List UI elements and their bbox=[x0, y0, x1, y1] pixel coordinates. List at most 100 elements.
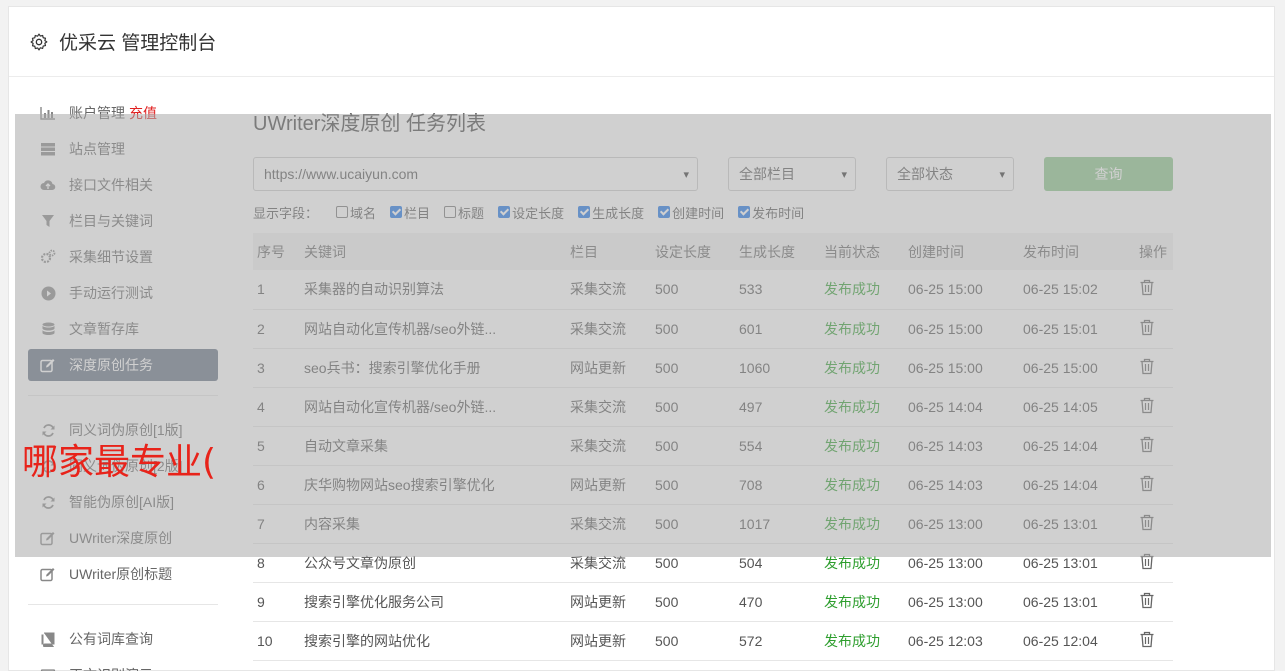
table-row: 2 网站自动化宣传机器/seo外链... 采集交流 500 601 发布成功 06-25 1… bbox=[253, 309, 1173, 348]
cogs-icon bbox=[40, 249, 56, 265]
trash-icon[interactable] bbox=[1139, 436, 1155, 453]
checkbox-unchecked[interactable] bbox=[444, 206, 457, 218]
field-checkbox-label: 发布时间 bbox=[752, 205, 805, 221]
sidebar-item-label: 接口文件相关 bbox=[69, 177, 153, 193]
table-cell: 网站更新 bbox=[570, 632, 626, 649]
trash-icon[interactable] bbox=[1139, 358, 1155, 375]
checkbox-checked[interactable] bbox=[498, 206, 511, 218]
query-button[interactable]: 查询 bbox=[1044, 157, 1173, 191]
table-cell: 06-25 13:01 bbox=[1023, 515, 1098, 532]
field-checkbox[interactable]: 域名 bbox=[336, 203, 376, 222]
checkbox-checked[interactable] bbox=[390, 206, 403, 218]
trash-icon[interactable] bbox=[1139, 553, 1155, 570]
table-cell: 发布成功 bbox=[824, 515, 880, 532]
book-icon bbox=[40, 631, 56, 647]
filter-bar: https://www.ucaiyun.com ▾ 全部栏目 ▾ 全部状态 ▾ … bbox=[253, 157, 1173, 191]
table-cell: 网站更新 bbox=[570, 476, 626, 493]
trash-icon[interactable] bbox=[1139, 592, 1155, 609]
table-cell: 网站自动化宣传机器/seo外链... bbox=[304, 320, 497, 337]
site-select[interactable]: https://www.ucaiyun.com ▾ bbox=[253, 157, 698, 191]
sidebar-item-items2-2[interactable]: 智能伪原创[AI版] bbox=[28, 486, 218, 518]
table-cell: 网站更新 bbox=[570, 593, 626, 610]
action-cell bbox=[1135, 582, 1173, 621]
table-cell: 发布成功 bbox=[824, 320, 880, 337]
recharge-link[interactable]: 充值 bbox=[129, 103, 157, 123]
sidebar-item-label: UWriter原创标题 bbox=[69, 566, 173, 582]
trash-icon[interactable] bbox=[1139, 397, 1155, 414]
chevron-down-icon: ▾ bbox=[999, 168, 1005, 181]
sidebar-item-items-0[interactable]: 账户管理 充值 bbox=[28, 97, 218, 129]
sidebar-item-items3-1[interactable]: 正文识别演示 bbox=[28, 659, 218, 671]
sidebar-item-items2-3[interactable]: UWriter深度原创 bbox=[28, 522, 218, 554]
field-checkbox[interactable]: 标题 bbox=[444, 203, 484, 222]
checkbox-checked[interactable] bbox=[578, 206, 591, 218]
table-cell: 06-25 15:00 bbox=[908, 281, 983, 298]
sidebar-item-items-4[interactable]: 采集细节设置 bbox=[28, 241, 218, 273]
sidebar-item-items-1[interactable]: 站点管理 bbox=[28, 133, 218, 165]
field-checkbox[interactable]: 生成长度 bbox=[578, 203, 644, 222]
action-cell bbox=[1135, 348, 1173, 387]
sidebar-item-items3-0[interactable]: 公有词库查询 bbox=[28, 623, 218, 655]
trash-icon[interactable] bbox=[1139, 279, 1155, 296]
sidebar-item-items-6[interactable]: 文章暂存库 bbox=[28, 313, 218, 345]
trash-icon[interactable] bbox=[1139, 514, 1155, 531]
table-cell: 采集交流 bbox=[570, 515, 626, 532]
display-fields: 显示字段： 域名 栏目 标题 设定长度 生成长度 创建时间 发布时间 bbox=[253, 201, 1173, 223]
checkbox-unchecked[interactable] bbox=[336, 206, 349, 218]
table-cell: 公众号文章伪原创 bbox=[304, 554, 416, 571]
table-cell: 500 bbox=[655, 320, 679, 337]
sidebar-item-items-2[interactable]: 接口文件相关 bbox=[28, 169, 218, 201]
sidebar-item-label: 公有词库查询 bbox=[69, 631, 153, 647]
page-title: UWriter深度原创 任务列表 bbox=[253, 113, 486, 135]
app-title: 优采云 管理控制台 bbox=[59, 33, 217, 54]
table-cell: 发布成功 bbox=[824, 437, 880, 454]
column-header: 操作 bbox=[1139, 243, 1167, 260]
table-row: 1 采集器的自动识别算法 采集交流 500 533 发布成功 06-25 15:00 06-2… bbox=[253, 270, 1173, 309]
trash-icon[interactable] bbox=[1139, 475, 1155, 492]
sidebar-item-items-7[interactable]: 深度原创任务 bbox=[28, 349, 218, 381]
action-cell bbox=[1135, 621, 1173, 660]
table-row: 4 网站自动化宣传机器/seo外链... 采集交流 500 497 发布成功 06-25 1… bbox=[253, 387, 1173, 426]
table-cell: 06-25 14:03 bbox=[908, 476, 983, 493]
site-select-value: https://www.ucaiyun.com bbox=[264, 166, 419, 182]
play-icon bbox=[40, 285, 56, 301]
field-checkbox[interactable]: 发布时间 bbox=[738, 203, 804, 222]
trash-icon[interactable] bbox=[1139, 319, 1155, 336]
checkbox-checked[interactable] bbox=[738, 206, 751, 218]
table-cell: 06-25 14:05 bbox=[1023, 398, 1098, 415]
sidebar-item-label: 站点管理 bbox=[69, 141, 125, 157]
table-cell: 500 bbox=[655, 476, 679, 493]
column-select[interactable]: 全部栏目 ▾ bbox=[728, 157, 856, 191]
table-cell: 6 bbox=[257, 476, 265, 493]
sidebar-item-items-3[interactable]: 栏目与关键词 bbox=[28, 205, 218, 237]
field-checkbox-label: 标题 bbox=[458, 205, 485, 221]
field-checkbox[interactable]: 栏目 bbox=[390, 203, 430, 222]
field-checkbox-label: 域名 bbox=[350, 205, 377, 221]
header: 优采云 管理控制台 bbox=[9, 7, 1274, 77]
action-cell bbox=[1135, 426, 1173, 465]
table-cell: 06-25 15:00 bbox=[1023, 359, 1098, 376]
app-window: 优采云 管理控制台 账户管理 充值站点管理接口文件相关栏目与关键词采集细节设置手动… bbox=[8, 6, 1275, 671]
sidebar-item-items2-4[interactable]: UWriter原创标题 bbox=[28, 558, 218, 590]
table-cell: 06-25 15:01 bbox=[1023, 320, 1098, 337]
status-select[interactable]: 全部状态 ▾ bbox=[886, 157, 1014, 191]
trash-icon[interactable] bbox=[1139, 631, 1155, 648]
table-cell: 500 bbox=[655, 359, 679, 376]
table-cell: 06-25 13:00 bbox=[908, 554, 983, 571]
sidebar-item-label: 采集细节设置 bbox=[69, 249, 153, 265]
sidebar-item-label: 智能伪原创[AI版] bbox=[69, 494, 175, 510]
table-cell: 06-25 12:03 bbox=[908, 632, 983, 649]
column-header: 当前状态 bbox=[824, 243, 880, 260]
checkbox-checked[interactable] bbox=[658, 206, 671, 218]
table-cell: 06-25 13:00 bbox=[908, 515, 983, 532]
sidebar: 账户管理 充值站点管理接口文件相关栏目与关键词采集细节设置手动运行测试 文章暂存库深… bbox=[28, 97, 218, 671]
chevron-down-icon: ▾ bbox=[841, 168, 847, 181]
sidebar-item-items-5[interactable]: 手动运行测试 bbox=[28, 277, 218, 309]
sidebar-item-label: UWriter深度原创 bbox=[69, 530, 173, 546]
field-checkbox[interactable]: 创建时间 bbox=[658, 203, 724, 222]
field-checkbox[interactable]: 设定长度 bbox=[498, 203, 564, 222]
edit-icon bbox=[40, 357, 56, 373]
table-cell: 5 bbox=[257, 437, 265, 454]
action-cell bbox=[1135, 504, 1173, 543]
table-cell: 采集交流 bbox=[570, 281, 626, 298]
